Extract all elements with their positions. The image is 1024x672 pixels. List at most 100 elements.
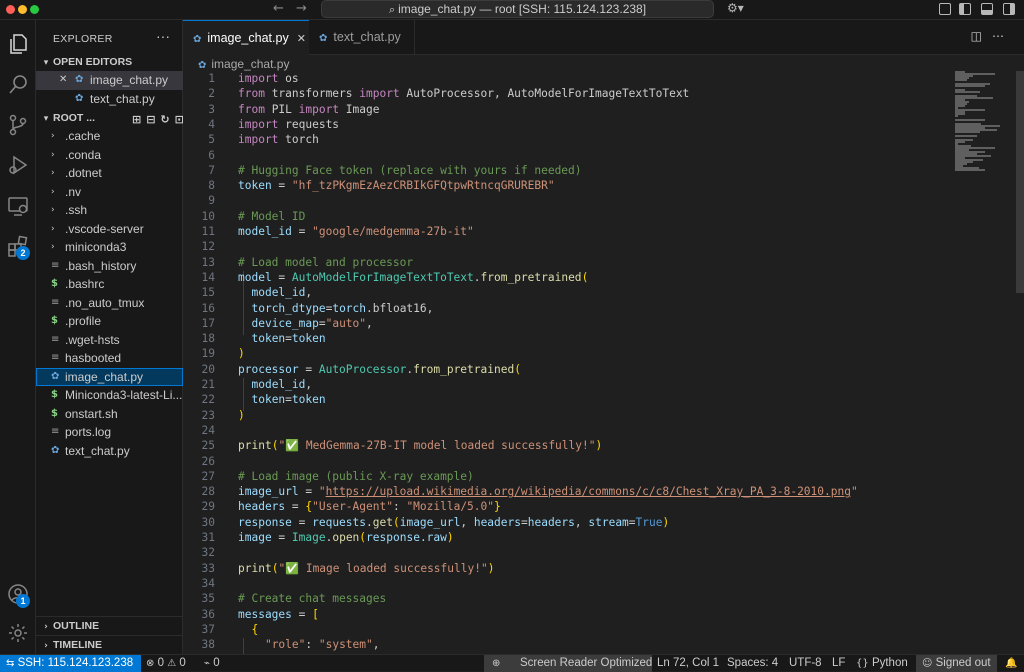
tree-folder[interactable]: › .conda [36, 146, 183, 165]
tree-file[interactable]: ≡ ports.log [36, 423, 183, 442]
tree-folder[interactable]: › .cache [36, 127, 183, 146]
line-number: 11 [201, 225, 215, 238]
tree-label: .nv [65, 184, 82, 199]
minimap[interactable] [953, 71, 1013, 171]
window-minimize-button[interactable] [18, 5, 27, 14]
code-text: token=token [251, 332, 326, 346]
tree-file[interactable]: $ .bashrc [36, 275, 183, 294]
toggle-primary-sidebar-icon[interactable] [959, 3, 971, 15]
tree-file[interactable]: ≡ .wget-hsts [36, 331, 183, 350]
code-text: processor = AutoProcessor.from_pretraine… [238, 362, 521, 376]
code-text: ) [238, 408, 245, 422]
toggle-panel-icon[interactable] [981, 3, 993, 15]
chevron-right-icon: › [44, 622, 48, 632]
account-status[interactable]: ☺ Signed out [916, 655, 997, 672]
split-editor-icon[interactable]: ◫ [971, 29, 992, 43]
encoding[interactable]: UTF-8 [789, 655, 822, 672]
shell-file-icon: $ [51, 389, 58, 400]
text-file-icon: ≡ [51, 259, 60, 271]
layout-icon[interactable] [939, 3, 951, 15]
notifications-icon[interactable]: 🔔 [1005, 655, 1017, 672]
tab-text-chat[interactable]: ✿ text_chat.py [309, 20, 415, 55]
run-debug-icon[interactable] [6, 153, 30, 177]
command-center[interactable]: ⌕ image_chat.py — root [SSH: 115.124.123.… [321, 0, 714, 18]
root-folder-header[interactable]: ▾ ROOT ... ⊞⊟↻⊡ [36, 109, 184, 127]
explorer-sidebar: EXPLORER ··· ▾ OPEN EDITORS ✕ ✿ image_cha… [36, 20, 184, 654]
accounts-badge: 1 [16, 594, 30, 608]
more-actions-icon[interactable]: ⋯ [992, 29, 1014, 43]
line-number: 8 [208, 179, 215, 193]
cursor-position[interactable]: Ln 72, Col 1 [657, 655, 719, 672]
tree-folder[interactable]: › .ssh [36, 201, 183, 220]
open-editor-item[interactable]: ✿ text_chat.py [36, 90, 183, 109]
line-number: 14 [201, 270, 215, 284]
tree-file[interactable]: ✿ text_chat.py [36, 442, 183, 461]
editor-scrollbar[interactable] [1016, 71, 1024, 293]
text-file-icon: ≡ [51, 426, 60, 437]
tree-file[interactable]: ≡ hasbooted [36, 349, 183, 368]
close-icon[interactable]: ✕ [59, 71, 67, 90]
code-text: import requests [238, 117, 340, 131]
tree-label: .cache [65, 129, 101, 143]
warning-icon: ⚠ [167, 658, 177, 669]
indentation[interactable]: Spaces: 4 [727, 655, 778, 672]
python-file-icon: ✿ [75, 93, 84, 104]
magnify-icon[interactable]: ⊕ [492, 655, 500, 672]
tree-file[interactable]: ≡ .no_auto_tmux [36, 294, 183, 313]
problems-indicator[interactable]: ⊗ 0 ⚠ 0 [146, 655, 186, 672]
tree-file[interactable]: ≡ .bash_history [36, 257, 183, 276]
tree-file[interactable]: $ onstart.sh [36, 405, 183, 424]
open-editors-header[interactable]: ▾ OPEN EDITORS [36, 53, 183, 71]
tree-label: .dotnet [65, 166, 102, 180]
tree-label: ports.log [65, 425, 112, 439]
explorer-more-actions[interactable]: ··· [156, 28, 170, 44]
window-maximize-button[interactable] [30, 5, 39, 14]
copilot-icon[interactable]: ⚙▾ [727, 1, 744, 15]
explorer-icon[interactable] [6, 32, 30, 56]
code-editor[interactable]: 1 import os 2 from transformers import Auto… [183, 71, 963, 654]
toggle-secondary-sidebar-icon[interactable] [1003, 3, 1015, 15]
line-number: 19 [201, 347, 215, 361]
tree-folder[interactable]: › .nv [36, 183, 183, 202]
language-mode[interactable]: {} Python [856, 655, 908, 672]
tab-image-chat[interactable]: ✿ image_chat.py ✕ [183, 20, 309, 55]
tree-folder[interactable]: › .dotnet [36, 164, 183, 183]
tree-file[interactable]: $ .profile [36, 312, 183, 331]
tree-file[interactable]: $ Miniconda3-latest-Li... [36, 386, 183, 405]
tree-label: image_chat.py [65, 369, 144, 384]
chevron-right-icon: › [51, 205, 55, 215]
shell-file-icon: $ [51, 407, 58, 419]
remote-indicator[interactable]: ⇆ SSH: 115.124.123.238 [0, 655, 141, 672]
window-close-button[interactable] [6, 5, 15, 14]
close-icon[interactable]: ✕ [297, 32, 306, 45]
line-number: 22 [201, 393, 215, 407]
settings-gear-icon[interactable] [6, 621, 30, 645]
tree-folder[interactable]: › .vscode-server [36, 220, 183, 239]
line-number: 20 [201, 362, 215, 376]
title-bar: ← → ⌕ image_chat.py — root [SSH: 115.124.… [0, 0, 1024, 20]
chevron-right-icon: › [51, 149, 55, 160]
line-number: 18 [201, 332, 215, 346]
breadcrumb[interactable]: ✿ image_chat.py [198, 56, 289, 72]
tree-folder[interactable]: › miniconda3 [36, 238, 183, 257]
braces-icon: {} [856, 658, 869, 669]
tree-file[interactable]: ✿ image_chat.py [36, 367, 183, 386]
tree-label: text_chat.py [65, 443, 130, 458]
timeline-header[interactable]: › TIMELINE [36, 635, 183, 653]
code-text: headers = {"User-Agent": "Mozilla/5.0"} [238, 500, 501, 514]
arrow-right-icon[interactable]: → [296, 1, 307, 16]
ports-indicator[interactable]: ⌁ 0 [204, 655, 220, 672]
screen-reader-mode[interactable]: Screen Reader Optimized [520, 655, 652, 672]
source-control-icon[interactable] [6, 113, 30, 137]
chevron-right-icon: › [51, 168, 55, 178]
text-file-icon: ≡ [51, 296, 60, 308]
open-editor-item[interactable]: ✕ ✿ image_chat.py [36, 71, 183, 90]
code-text: # Create chat messages [238, 592, 387, 606]
end-of-line[interactable]: LF [832, 655, 845, 672]
editor-actions[interactable]: ◫⋯ [971, 29, 1014, 43]
remote-explorer-icon[interactable] [6, 194, 30, 218]
arrow-left-icon[interactable]: ← [273, 1, 284, 16]
search-icon[interactable] [6, 73, 30, 97]
timeline-label: TIMELINE [53, 639, 102, 651]
outline-header[interactable]: › OUTLINE [36, 616, 183, 634]
